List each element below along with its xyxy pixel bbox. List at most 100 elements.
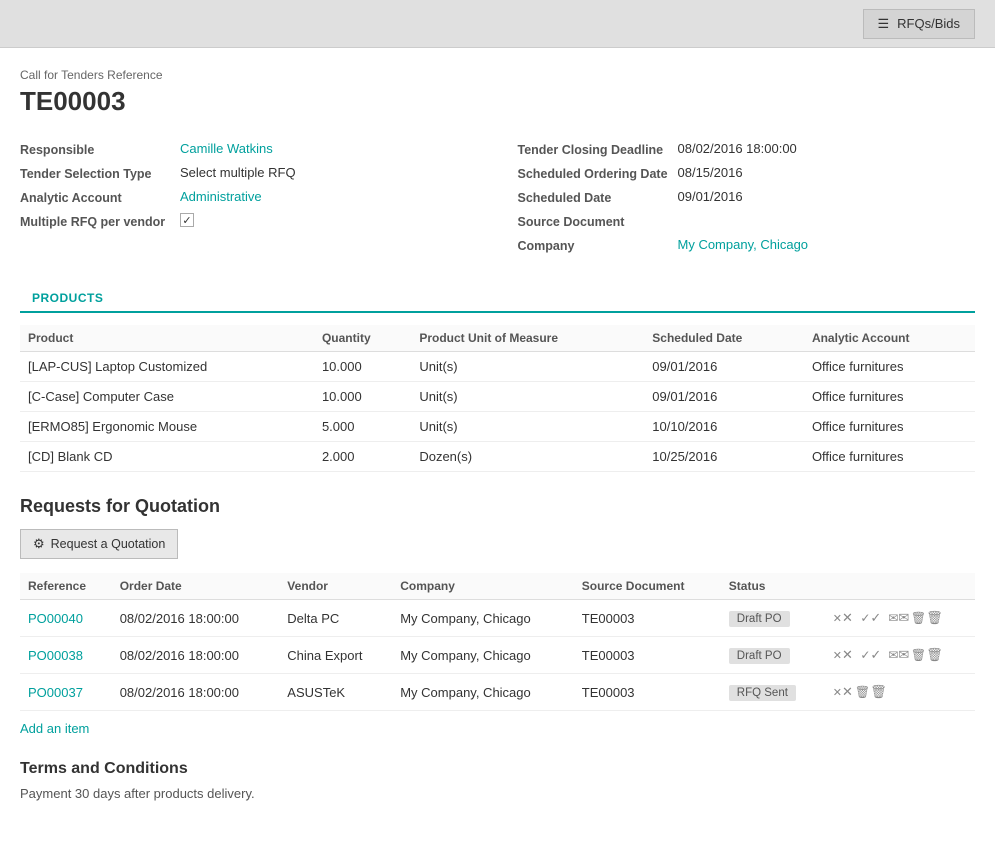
tender-selection-row: Tender Selection Type Select multiple RF…: [20, 165, 478, 181]
delete-icon[interactable]: ✕: [832, 607, 854, 629]
rfq-col-actions: [824, 573, 975, 600]
page-label: Call for Tenders Reference: [20, 68, 975, 82]
rfq-table: Reference Order Date Vendor Company Sour…: [20, 573, 975, 711]
rfq-date-cell: 08/02/2016 18:00:00: [112, 637, 280, 674]
company-value[interactable]: My Company, Chicago: [678, 237, 809, 252]
products-table-body: [LAP-CUS] Laptop Customized 10.000 Unit(…: [20, 352, 975, 472]
analytic-account-label: Analytic Account: [20, 189, 180, 205]
uom-cell: Dozen(s): [411, 442, 644, 472]
date-cell: 10/10/2016: [644, 412, 804, 442]
rfq-ref-cell: PO00037: [20, 674, 112, 711]
rfq-date-cell: 08/02/2016 18:00:00: [112, 674, 280, 711]
company-row: Company My Company, Chicago: [518, 237, 976, 253]
rfq-table-header: Reference Order Date Vendor Company Sour…: [20, 573, 975, 600]
col-uom: Product Unit of Measure: [411, 325, 644, 352]
rfq-company-cell: My Company, Chicago: [392, 600, 574, 637]
rfq-actions-cell: ✕ ✓ ✉ 🗑: [824, 637, 975, 674]
date-cell: 09/01/2016: [644, 352, 804, 382]
rfq-table-row[interactable]: PO00038 08/02/2016 18:00:00 China Export…: [20, 637, 975, 674]
request-quotation-label: Request a Quotation: [51, 537, 166, 551]
uom-cell: Unit(s): [411, 382, 644, 412]
scheduled-ordering-value: 08/15/2016: [678, 165, 743, 180]
quantity-cell: 10.000: [314, 382, 411, 412]
delete-icon[interactable]: ✕: [832, 644, 854, 666]
rfq-col-status: Status: [721, 573, 824, 600]
products-tab-label: PRODUCTS: [20, 285, 115, 313]
analytic-account-row: Analytic Account Administrative: [20, 189, 478, 205]
quantity-cell: 2.000: [314, 442, 411, 472]
rfq-company-cell: My Company, Chicago: [392, 637, 574, 674]
rfq-col-order-date: Order Date: [112, 573, 280, 600]
scheduled-ordering-row: Scheduled Ordering Date 08/15/2016: [518, 165, 976, 181]
rfq-bids-button[interactable]: RFQs/Bids: [863, 9, 976, 39]
product-cell: [LAP-CUS] Laptop Customized: [20, 352, 314, 382]
tender-selection-label: Tender Selection Type: [20, 165, 180, 181]
rfq-vendor-cell: Delta PC: [279, 600, 392, 637]
rfq-actions-cell: ✕ 🗑: [824, 674, 975, 711]
form-left: Responsible Camille Watkins Tender Selec…: [20, 141, 478, 261]
delete-icon[interactable]: ✕: [832, 681, 854, 703]
scheduled-date-label: Scheduled Date: [518, 189, 678, 205]
col-quantity: Quantity: [314, 325, 411, 352]
products-tab[interactable]: PRODUCTS: [20, 285, 975, 313]
rfq-col-vendor: Vendor: [279, 573, 392, 600]
table-row[interactable]: [LAP-CUS] Laptop Customized 10.000 Unit(…: [20, 352, 975, 382]
trash-icon[interactable]: 🗑: [916, 607, 938, 629]
closing-deadline-label: Tender Closing Deadline: [518, 141, 678, 157]
rfq-status-cell: Draft PO: [721, 637, 824, 674]
confirm-icon[interactable]: ✓: [860, 644, 882, 666]
analytic-account-value[interactable]: Administrative: [180, 189, 262, 204]
analytic-cell: Office furnitures: [804, 382, 975, 412]
multiple-rfq-label: Multiple RFQ per vendor: [20, 213, 180, 229]
tender-selection-value: Select multiple RFQ: [180, 165, 296, 180]
product-cell: [C-Case] Computer Case: [20, 382, 314, 412]
action-icons: ✕ ✓ ✉ 🗑: [832, 644, 967, 666]
multiple-rfq-row: Multiple RFQ per vendor ✓: [20, 213, 478, 229]
gear-icon: [33, 536, 45, 552]
status-badge: RFQ Sent: [729, 685, 796, 701]
main-content: Call for Tenders Reference TE00003 Respo…: [0, 48, 995, 841]
rfq-vendor-cell: ASUSTeK: [279, 674, 392, 711]
multiple-rfq-checkbox[interactable]: ✓: [180, 213, 194, 227]
confirm-icon[interactable]: ✓: [860, 607, 882, 629]
trash-icon[interactable]: 🗑: [916, 644, 938, 666]
source-document-row: Source Document: [518, 213, 976, 229]
status-badge: Draft PO: [729, 611, 790, 627]
uom-cell: Unit(s): [411, 352, 644, 382]
company-label: Company: [518, 237, 678, 253]
rfq-col-company: Company: [392, 573, 574, 600]
source-document-label: Source Document: [518, 213, 678, 229]
mail-icon[interactable]: ✉: [888, 644, 910, 666]
trash-icon[interactable]: 🗑: [860, 681, 882, 703]
rfq-source-cell: TE00003: [574, 600, 721, 637]
date-cell: 09/01/2016: [644, 382, 804, 412]
analytic-cell: Office furnitures: [804, 352, 975, 382]
rfq-table-row[interactable]: PO00040 08/02/2016 18:00:00 Delta PC My …: [20, 600, 975, 637]
terms-text: Payment 30 days after products delivery.: [20, 786, 975, 801]
table-row[interactable]: [ERMO85] Ergonomic Mouse 5.000 Unit(s) 1…: [20, 412, 975, 442]
table-row[interactable]: [C-Case] Computer Case 10.000 Unit(s) 09…: [20, 382, 975, 412]
scheduled-date-value: 09/01/2016: [678, 189, 743, 204]
rfq-table-body: PO00040 08/02/2016 18:00:00 Delta PC My …: [20, 600, 975, 711]
quantity-cell: 10.000: [314, 352, 411, 382]
uom-cell: Unit(s): [411, 412, 644, 442]
responsible-value[interactable]: Camille Watkins: [180, 141, 273, 156]
add-item-link[interactable]: Add an item: [20, 721, 89, 736]
mail-icon[interactable]: ✉: [888, 607, 910, 629]
form-right: Tender Closing Deadline 08/02/2016 18:00…: [518, 141, 976, 261]
request-quotation-button[interactable]: Request a Quotation: [20, 529, 178, 559]
closing-deadline-value: 08/02/2016 18:00:00: [678, 141, 797, 156]
quantity-cell: 5.000: [314, 412, 411, 442]
analytic-cell: Office furnitures: [804, 442, 975, 472]
status-badge: Draft PO: [729, 648, 790, 664]
table-row[interactable]: [CD] Blank CD 2.000 Dozen(s) 10/25/2016 …: [20, 442, 975, 472]
topbar: RFQs/Bids: [0, 0, 995, 48]
col-analytic: Analytic Account: [804, 325, 975, 352]
rfq-ref-cell: PO00038: [20, 637, 112, 674]
rfq-table-row[interactable]: PO00037 08/02/2016 18:00:00 ASUSTeK My C…: [20, 674, 975, 711]
list-icon: [878, 16, 890, 32]
products-table: Product Quantity Product Unit of Measure…: [20, 325, 975, 472]
rfq-col-source: Source Document: [574, 573, 721, 600]
scheduled-ordering-label: Scheduled Ordering Date: [518, 165, 678, 181]
rfq-vendor-cell: China Export: [279, 637, 392, 674]
